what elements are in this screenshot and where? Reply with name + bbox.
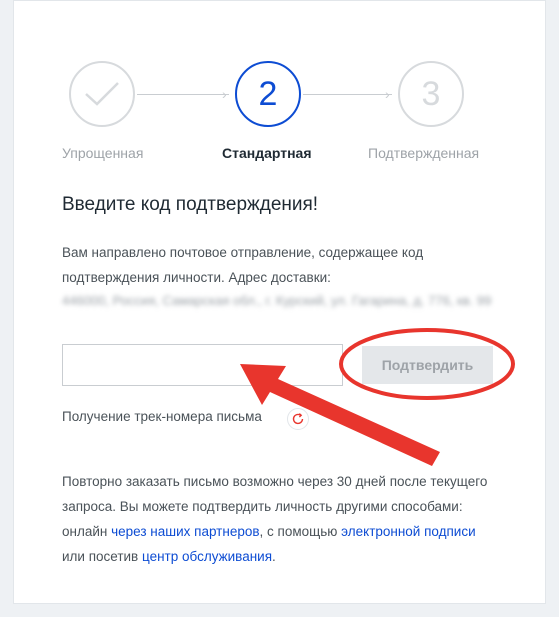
intro-text: Вам направлено почтовое отправление, сод… <box>62 245 424 285</box>
confirmation-code-input[interactable] <box>62 344 343 386</box>
service-center-link[interactable]: центр обслуживания <box>142 549 272 564</box>
footer-text: Повторно заказать письмо возможно через … <box>62 469 502 569</box>
partners-link[interactable]: через наших партнеров <box>111 524 259 539</box>
step-3-number: 3 <box>421 74 441 113</box>
confirm-button[interactable]: Подтвердить <box>362 346 493 384</box>
step-2-circle: 2 <box>235 61 301 127</box>
step-connector-1 <box>137 94 229 95</box>
footer-text-2: , с помощью <box>259 524 342 539</box>
arrow-right-icon: › <box>222 86 227 102</box>
step-3-label: Подтвержденная <box>368 145 480 161</box>
step-2-label: Стандартная <box>222 145 312 161</box>
refresh-button[interactable] <box>287 408 309 430</box>
step-3-circle: 3 <box>398 61 464 127</box>
electronic-signature-link[interactable]: электронной подписи <box>341 524 476 539</box>
step-1-label: Упрощенная <box>62 145 144 161</box>
arrow-right-icon: › <box>385 86 390 102</box>
step-connector-2 <box>303 94 392 95</box>
delivery-address: 446000, Россия, Самарская обл., г. Курск… <box>62 293 492 308</box>
step-1-circle <box>69 61 135 127</box>
checkmark-icon <box>85 82 119 106</box>
refresh-icon <box>292 413 304 425</box>
footer-text-3: или посетив <box>62 549 142 564</box>
footer-text-4: . <box>272 549 276 564</box>
track-number-label: Получение трек-номера письма <box>62 409 262 424</box>
step-2-number: 2 <box>258 74 278 113</box>
page-title: Введите код подтверждения! <box>62 194 319 215</box>
